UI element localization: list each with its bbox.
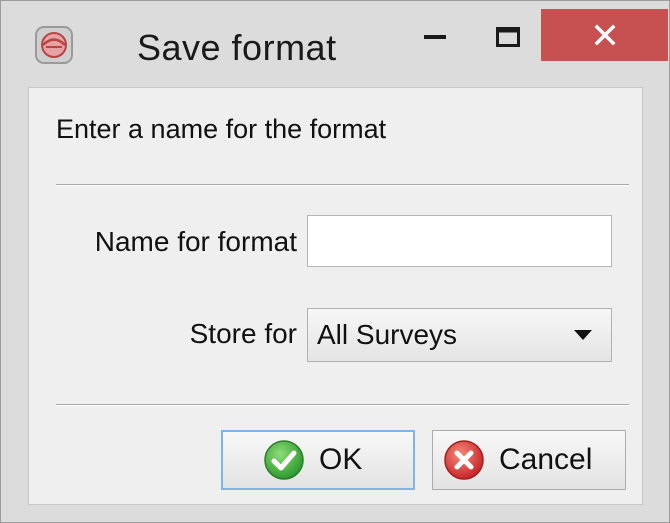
cancel-button[interactable]: Cancel — [432, 430, 626, 490]
divider — [56, 184, 629, 186]
save-format-dialog: Save format Enter a name for the format … — [0, 0, 670, 523]
check-circle-icon — [264, 440, 304, 480]
maximize-button[interactable] — [483, 13, 533, 61]
minimize-button[interactable] — [411, 13, 459, 61]
dialog-content: Enter a name for the format Name for for… — [28, 87, 643, 505]
close-icon — [594, 24, 615, 46]
divider — [56, 404, 629, 406]
minimize-icon — [424, 35, 446, 39]
ok-button[interactable]: OK — [221, 430, 415, 490]
store-selected-value: All Surveys — [317, 319, 458, 350]
store-for-select[interactable]: All Surveys — [307, 308, 612, 362]
dialog-prompt: Enter a name for the format — [56, 114, 387, 144]
chevron-down-icon — [574, 330, 592, 340]
cancel-label: Cancel — [499, 443, 593, 476]
ok-label: OK — [319, 443, 363, 476]
x-circle-icon — [444, 440, 484, 480]
app-logo-icon — [35, 26, 73, 64]
title-bar[interactable]: Save format — [1, 1, 669, 81]
format-name-input[interactable] — [307, 215, 612, 267]
close-button[interactable] — [541, 9, 668, 61]
store-label: Store for — [189, 318, 297, 349]
window-title: Save format — [137, 27, 337, 68]
maximize-icon — [496, 27, 520, 47]
name-label: Name for format — [94, 226, 297, 257]
